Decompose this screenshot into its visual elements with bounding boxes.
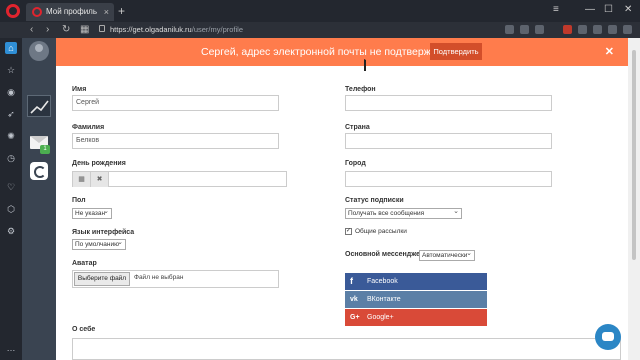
new-tab-button[interactable]: + (118, 3, 125, 19)
about-textarea[interactable] (72, 338, 621, 360)
heart-icon[interactable]: ♡ (5, 181, 17, 193)
site-logo-icon[interactable] (30, 162, 48, 180)
close-window-button[interactable]: ✕ (624, 3, 632, 17)
more-icon[interactable]: … (5, 342, 17, 354)
mail-badge: 1 (40, 145, 50, 154)
scrollbar-thumb[interactable] (632, 50, 636, 260)
avatar-label: Аватар (72, 260, 97, 267)
phone-input[interactable] (345, 95, 552, 111)
chart-icon[interactable] (27, 95, 51, 117)
birthday-input[interactable]: ▦ ✖ (72, 171, 287, 187)
choose-file-button[interactable]: Выберите файл (74, 272, 130, 286)
settings-icon[interactable]: ✺ (5, 130, 17, 142)
tab-my-profile[interactable]: Мой профиль × (26, 3, 114, 21)
facebook-label: Facebook (367, 278, 398, 285)
avatar[interactable] (29, 41, 49, 61)
clock-icon[interactable]: ◷ (5, 152, 17, 164)
url-host: https://get.olgadaniluk.ru (110, 25, 192, 34)
cube-icon[interactable]: ⬡ (5, 203, 17, 215)
profile-page: Сергей, адрес электронной почты не подтв… (56, 38, 628, 360)
name-label: Имя (72, 86, 87, 93)
vk-label: ВКонтакте (367, 296, 401, 303)
banner-close-icon[interactable]: ✕ (605, 38, 614, 66)
url-field[interactable]: https://get.olgadaniluk.ru/user/my/profi… (110, 24, 243, 36)
calendar-icon[interactable]: ▦ (73, 172, 91, 187)
name-input[interactable]: Сергей (72, 95, 279, 111)
back-button[interactable]: ‹ (30, 24, 33, 36)
speed-dial-icon[interactable]: ▦ (80, 24, 89, 36)
search-icon[interactable] (505, 25, 514, 34)
easy-setup-menu-icon[interactable]: ≡ (553, 3, 559, 17)
wallet-icon[interactable] (593, 25, 602, 34)
opera-favicon-icon (32, 7, 42, 17)
maximize-button[interactable]: ☐ (604, 3, 613, 17)
vpn-badge-icon[interactable] (563, 25, 572, 34)
google-plus-button[interactable]: G+ Google+ (345, 309, 487, 326)
gear-icon[interactable]: ⚙ (5, 225, 17, 237)
site-nav: 1 (22, 38, 56, 360)
phone-label: Телефон (345, 86, 376, 93)
confirm-email-button[interactable]: Подтвердить (430, 43, 482, 60)
city-input[interactable] (345, 171, 552, 187)
star-icon[interactable]: ☆ (5, 64, 17, 76)
forward-button[interactable]: › (46, 24, 49, 36)
chat-icon[interactable] (595, 324, 621, 350)
birthday-label: День рождения (72, 160, 126, 167)
google-plus-icon: G+ (350, 314, 360, 321)
gender-select[interactable]: Не указан (72, 207, 112, 219)
about-label: О себе (72, 326, 96, 333)
lock-icon (99, 25, 105, 32)
chart-line-icon (30, 100, 49, 114)
messenger-label: Основной мессенджер (345, 251, 425, 258)
tab-close-icon[interactable]: × (104, 3, 109, 21)
home-icon[interactable]: ⌂ (5, 42, 17, 54)
extension-icon[interactable] (578, 25, 587, 34)
messenger-select[interactable]: Автоматически (419, 249, 475, 261)
newsletter-checkbox[interactable]: ✓ (345, 228, 352, 235)
download-icon[interactable] (608, 25, 617, 34)
facebook-icon: f (350, 276, 353, 286)
subscription-label: Статус подписки (345, 197, 404, 204)
messenger-icon[interactable]: ◉ (5, 86, 17, 98)
country-label: Страна (345, 124, 370, 131)
account-icon[interactable] (623, 25, 632, 34)
newsletter-label: Общие рассылки (355, 228, 407, 235)
tab-title: Мой профиль (46, 7, 98, 16)
rocket-icon[interactable]: ➶ (5, 108, 17, 120)
vk-button[interactable]: vk ВКонтакте (345, 291, 487, 308)
browser-tab-bar: Мой профиль × + ≡ — ☐ ✕ (0, 0, 640, 22)
city-label: Город (345, 160, 366, 167)
language-label: Язык интерфейса (72, 229, 135, 236)
bookmark-icon[interactable] (535, 25, 544, 34)
language-select[interactable]: По умолчанию (72, 238, 126, 250)
camera-icon[interactable] (520, 25, 529, 34)
reload-button[interactable]: ↻ (62, 24, 70, 36)
opera-logo-icon[interactable] (6, 4, 20, 18)
facebook-button[interactable]: f Facebook (345, 273, 487, 290)
gender-label: Пол (72, 197, 86, 204)
url-path: /user/my/profile (191, 25, 244, 34)
mouse-cursor-icon (364, 59, 372, 71)
browser-sidebar: ⌂ ☆ ◉ ➶ ✺ ◷ ♡ ⬡ ⚙ … (0, 38, 22, 360)
address-bar: ‹ › ↻ ▦ https://get.olgadaniluk.ru/user/… (0, 22, 640, 38)
google-plus-label: Google+ (367, 314, 394, 321)
surname-input[interactable]: Белков (72, 133, 279, 149)
email-unconfirmed-banner: Сергей, адрес электронной почты не подтв… (56, 38, 628, 66)
banner-text: Сергей, адрес электронной почты не подтв… (201, 46, 449, 58)
minimize-button[interactable]: — (585, 3, 595, 17)
surname-label: Фамилия (72, 124, 105, 131)
subscription-select[interactable]: Получать все сообщения (345, 207, 462, 219)
vk-icon: vk (350, 296, 358, 303)
country-input[interactable] (345, 133, 552, 149)
clear-date-icon[interactable]: ✖ (91, 172, 109, 187)
file-status: Файл не выбран (134, 274, 184, 281)
